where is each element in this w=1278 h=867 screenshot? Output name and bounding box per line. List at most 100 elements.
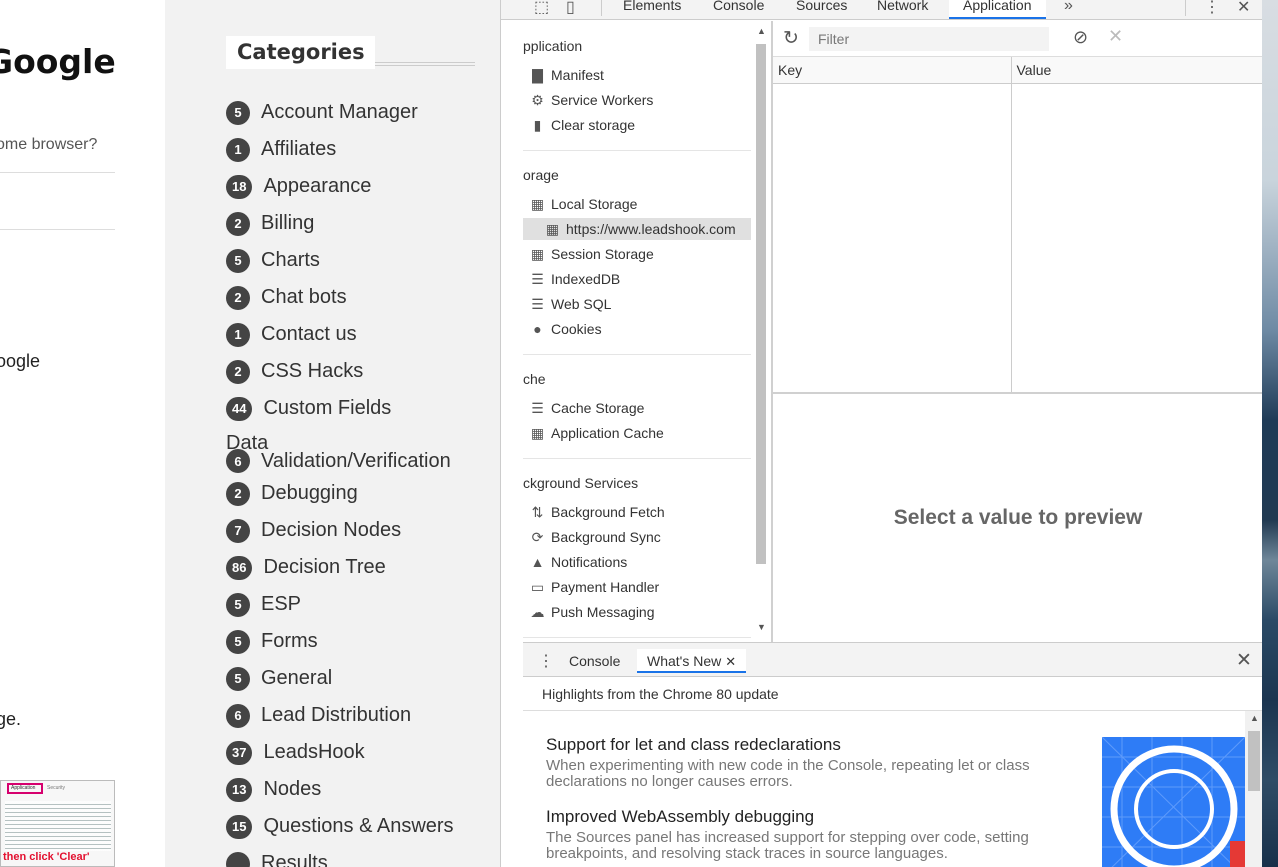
nav-local-storage[interactable]: ▦ Local Storage: [528, 193, 638, 215]
nav-cache-storage[interactable]: ☰ Cache Storage: [528, 397, 644, 419]
inspect-element-icon[interactable]: ⬚: [534, 0, 549, 17]
category-item[interactable]: Results: [226, 845, 496, 867]
section-divider: [523, 637, 751, 638]
nav-label: Web SQL: [551, 296, 612, 312]
nav-local-storage-origin[interactable]: ▦ https://www.leadshook.com: [523, 218, 751, 240]
column-header-key[interactable]: Key: [773, 57, 1012, 84]
category-item[interactable]: 5 Forms: [226, 623, 496, 660]
file-icon: ▇: [532, 66, 543, 83]
category-name: Account Manager: [261, 101, 418, 123]
category-item[interactable]: 18 Appearance: [226, 168, 496, 205]
more-tabs-icon[interactable]: »: [1064, 0, 1073, 15]
key-value-table: Key Value: [773, 57, 1262, 392]
category-item[interactable]: 5 General: [226, 660, 496, 697]
tab-sources[interactable]: Sources: [782, 0, 861, 19]
database-icon: ☰: [531, 399, 544, 416]
kebab-menu-icon[interactable]: ⋮: [1204, 0, 1220, 17]
nav-clear-storage[interactable]: ▮ Clear storage: [528, 114, 635, 136]
category-count-badge: [226, 851, 250, 867]
category-item[interactable]: 2 CSS Hacks: [226, 353, 496, 390]
nav-indexeddb[interactable]: ☰ IndexedDB: [528, 268, 620, 290]
article-text: oogle: [0, 351, 41, 371]
close-icon[interactable]: ✕: [1237, 0, 1250, 17]
nav-application-cache[interactable]: ▦ Application Cache: [528, 422, 664, 444]
category-count-badge: 44: [226, 396, 253, 421]
thumbnail-caption: then click 'Clear': [3, 851, 90, 863]
category-item[interactable]: 6 Lead Distribution: [226, 697, 496, 734]
scroll-up-icon[interactable]: ▲: [1250, 713, 1259, 723]
category-count-badge: 2: [226, 211, 250, 236]
nav-background-fetch[interactable]: ⇅ Background Fetch: [528, 501, 665, 523]
category-name: ESP: [261, 593, 302, 615]
close-drawer-icon[interactable]: ✕: [1236, 649, 1252, 672]
category-item[interactable]: 5 Account Manager: [226, 94, 496, 131]
category-item[interactable]: 13 Nodes: [226, 771, 496, 808]
category-item[interactable]: 37 LeadsHook: [226, 734, 496, 771]
nav-label: https://www.leadshook.com: [566, 221, 736, 237]
tab-network[interactable]: Network: [863, 0, 942, 19]
tab-application[interactable]: Application: [949, 0, 1046, 19]
category-item[interactable]: Data 6 Validation/Verification: [226, 427, 496, 475]
section-cache[interactable]: che: [523, 371, 546, 387]
nav-background-sync[interactable]: ⟳ Background Sync: [528, 526, 661, 548]
toolbar-separator: [601, 0, 602, 16]
nav-service-workers[interactable]: ⚙ Service Workers: [528, 89, 653, 111]
whats-new-item[interactable]: Improved WebAssembly debugging The Sourc…: [546, 807, 1046, 862]
scroll-down-icon[interactable]: ▼: [757, 622, 766, 632]
nav-notifications[interactable]: ▲ Notifications: [528, 551, 628, 573]
close-tab-icon[interactable]: ✕: [725, 654, 736, 669]
bell-icon: ▲: [530, 554, 545, 570]
category-item[interactable]: 7 Decision Nodes: [226, 512, 496, 549]
category-item[interactable]: 86 Decision Tree: [226, 549, 496, 586]
nav-payment-handler[interactable]: ▭ Payment Handler: [528, 576, 659, 598]
nav-push-messaging[interactable]: ☁ Push Messaging: [528, 601, 655, 623]
category-name: Results: [261, 852, 328, 867]
clear-all-icon[interactable]: ⊘: [1073, 27, 1088, 48]
section-divider: [523, 458, 751, 459]
section-background-services[interactable]: ckground Services: [523, 475, 638, 491]
category-item[interactable]: 2 Chat bots: [226, 279, 496, 316]
category-item[interactable]: 15 Questions & Answers: [226, 808, 496, 845]
category-item[interactable]: 1 Contact us: [226, 316, 496, 353]
category-item[interactable]: 5 ESP: [226, 586, 496, 623]
categories-sidebar: Categories 5 Account Manager 1 Affiliates 18…: [165, 0, 500, 867]
category-name: Debugging: [261, 482, 358, 504]
refresh-icon[interactable]: ↻: [783, 27, 799, 50]
whats-new-scrollbar[interactable]: ▲: [1245, 711, 1262, 867]
category-item[interactable]: 1 Affiliates: [226, 131, 496, 168]
category-item[interactable]: 2 Billing: [226, 205, 496, 242]
devtools-drawer: ⋮ Console What's New ✕ ✕ Highlights from …: [523, 642, 1262, 867]
item-title: Improved WebAssembly debugging: [546, 807, 815, 826]
filter-input[interactable]: [809, 27, 1049, 51]
scrollbar-thumb[interactable]: [1248, 731, 1260, 791]
category-name: Forms: [261, 630, 318, 652]
nav-cookies[interactable]: ● Cookies: [528, 318, 602, 340]
nav-label: Cookies: [551, 321, 602, 337]
tab-elements[interactable]: Elements: [609, 0, 695, 19]
whats-new-item[interactable]: Support for let and class redeclarations…: [546, 735, 1046, 790]
delete-selected-icon[interactable]: ✕: [1108, 26, 1123, 47]
sidebar-scrollbar[interactable]: ▲ ▼: [753, 26, 769, 638]
category-count-badge: 2: [226, 285, 250, 310]
scroll-up-icon[interactable]: ▲: [757, 26, 766, 36]
article-screenshot-thumbnail[interactable]: Application Security then click 'Clear': [0, 780, 115, 867]
drawer-tab-whats-new[interactable]: What's New ✕: [637, 649, 747, 673]
empty-cell: [773, 83, 1012, 392]
nav-session-storage[interactable]: ▦ Session Storage: [528, 243, 654, 265]
nav-label: Cache Storage: [551, 400, 645, 416]
category-item[interactable]: 44 Custom Fields: [226, 390, 496, 427]
section-storage[interactable]: orage: [523, 167, 559, 183]
nav-web-sql[interactable]: ☰ Web SQL: [528, 293, 611, 315]
device-toolbar-icon[interactable]: ▯: [566, 0, 575, 17]
nav-manifest[interactable]: ▇ Manifest: [528, 64, 604, 86]
scrollbar-thumb[interactable]: [756, 44, 766, 564]
category-item[interactable]: 5 Charts: [226, 242, 496, 279]
drawer-tab-console[interactable]: Console: [569, 653, 620, 669]
section-application[interactable]: pplication: [523, 38, 582, 54]
category-name: Validation/Verification: [261, 449, 451, 472]
tab-console[interactable]: Console: [699, 0, 778, 19]
category-name: General: [261, 667, 333, 689]
column-header-value[interactable]: Value: [1011, 57, 1262, 84]
drawer-menu-icon[interactable]: ⋮: [538, 651, 554, 671]
category-item[interactable]: 2 Debugging: [226, 475, 496, 512]
